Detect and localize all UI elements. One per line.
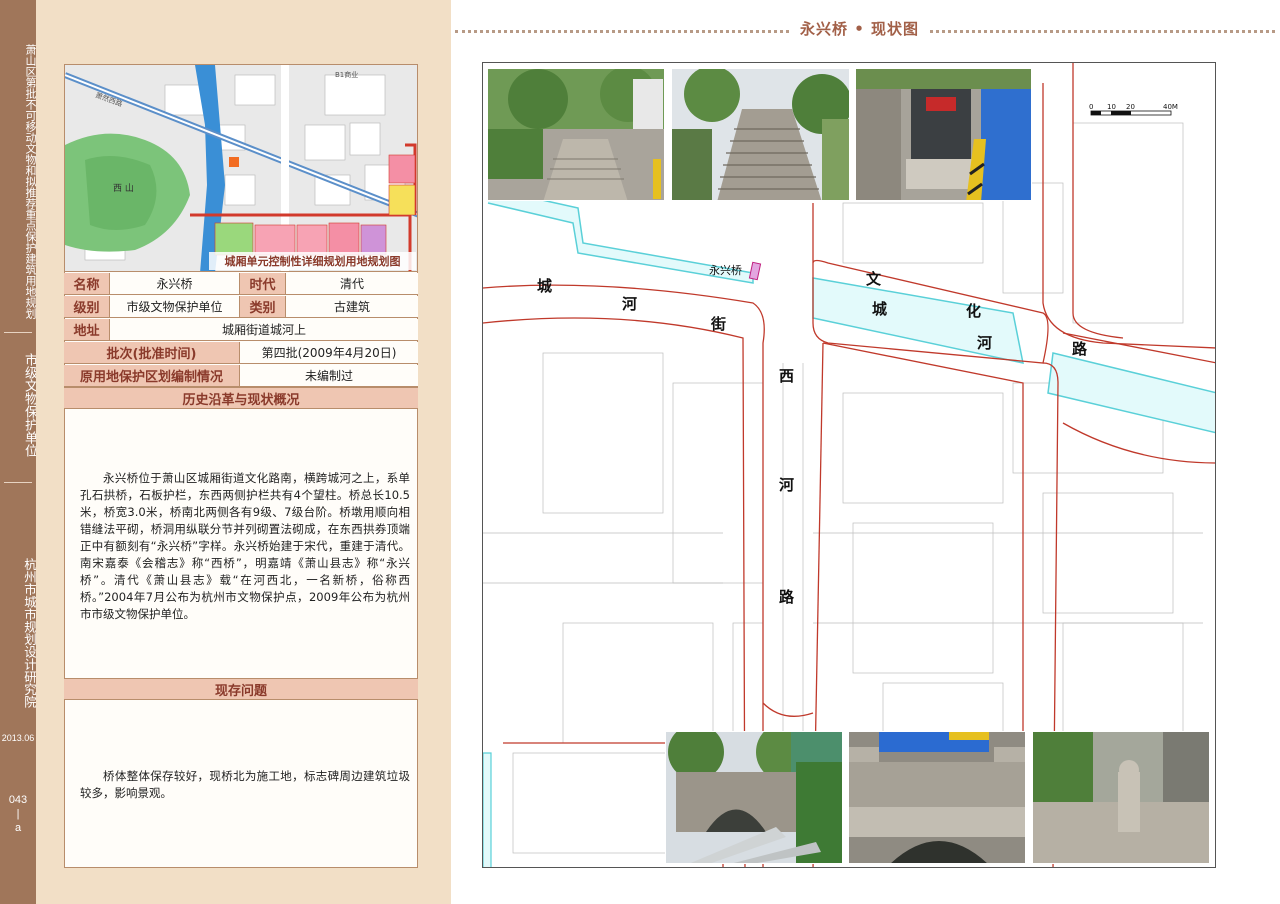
page-number-main: 043 bbox=[8, 794, 28, 806]
road-label-wen: 文 bbox=[866, 270, 882, 288]
road-label-he2: 河 bbox=[977, 334, 993, 352]
photo-signboard bbox=[855, 68, 1032, 201]
photo-arch-bridge bbox=[665, 731, 843, 864]
table-row-level: 级别 市级文物保护单位 类别 古建筑 bbox=[64, 296, 418, 318]
table-row-zone: 原用地保护区划编制情况 未编制过 bbox=[64, 365, 418, 387]
type-label: 类别 bbox=[240, 296, 286, 317]
road-label-lu: 路 bbox=[1072, 340, 1088, 358]
issues-text: 桥体整体保存较好，现桥北为施工地，标志碑周边建筑垃圾较多，影响景观。 bbox=[80, 769, 410, 800]
bridge-label: 永兴桥 bbox=[709, 264, 742, 277]
table-row-batch: 批次(批准时间) 第四批(2009年4月20日) bbox=[64, 342, 418, 364]
road-label-lu2: 路 bbox=[779, 588, 795, 606]
era-label: 时代 bbox=[240, 273, 286, 294]
sidebar: 萧山区第批不可移动文物和拟推荐重点保护建筑用地规划 市级文物保护单位 杭州市城市… bbox=[0, 0, 37, 904]
name-label: 名称 bbox=[64, 273, 110, 294]
sidebar-divider bbox=[4, 482, 32, 483]
road-label-xi: 西 bbox=[779, 367, 795, 385]
photo-graphic bbox=[849, 732, 1025, 863]
history-text: 永兴桥位于萧山区城厢街道文化路南，横跨城河之上，系单孔石拱桥，石板护栏，东西两侧… bbox=[80, 471, 410, 621]
address-value: 城厢街道城河上 bbox=[110, 319, 418, 340]
road-label-he3: 河 bbox=[779, 476, 795, 494]
minimap-label-b1: B1商业 bbox=[335, 70, 358, 79]
zoning-map-graphic: 西 山 B1商业 萧然西路 bbox=[65, 65, 417, 271]
level-value: 市级文物保护单位 bbox=[110, 296, 240, 317]
table-row-address: 地址 城厢街道城河上 bbox=[64, 319, 418, 341]
road-label-cheng2: 城 bbox=[872, 300, 888, 318]
photo-stone-railing bbox=[848, 731, 1026, 864]
photo-bridge-steps-1 bbox=[487, 68, 665, 201]
institute-name: 杭州市城市规划设计研究院 bbox=[22, 557, 37, 708]
hill-label: 西 山 bbox=[113, 183, 134, 194]
page-number: 043 | a bbox=[0, 793, 36, 835]
road-label-hua: 化 bbox=[966, 302, 982, 320]
zone-value: 未编制过 bbox=[240, 365, 418, 386]
photo-graphic bbox=[488, 69, 664, 200]
photo-bridge-steps-2 bbox=[671, 68, 850, 201]
level-label: 级别 bbox=[64, 296, 110, 317]
page-number-sep: | bbox=[16, 808, 20, 820]
issues-heading: 现存问题 bbox=[64, 678, 418, 700]
publication-date: 2013.06 bbox=[1, 733, 35, 743]
photo-graphic bbox=[1033, 732, 1209, 863]
scale-tick-20: 20 bbox=[1126, 103, 1135, 111]
zone-label: 原用地保护区划编制情况 bbox=[64, 365, 240, 386]
photo-graphic bbox=[672, 69, 849, 200]
road-label-he: 河 bbox=[622, 295, 638, 313]
name-value: 永兴桥 bbox=[110, 273, 240, 294]
scale-tick-40: 40M bbox=[1163, 103, 1178, 111]
history-heading: 历史沿革与现状概况 bbox=[64, 387, 418, 409]
series-title: 萧山区第批不可移动文物和拟推荐重点保护建筑用地规划 bbox=[24, 43, 37, 319]
page-title: 永兴桥 • 现状图 bbox=[790, 18, 930, 39]
category-label: 市级文物保护单位 bbox=[22, 353, 37, 457]
minimap-caption: 城厢单元控制性详细规划用地规划图 bbox=[209, 252, 416, 270]
zoning-minimap: 西 山 B1商业 萧然西路 bbox=[64, 64, 418, 272]
batch-label: 批次(批准时间) bbox=[64, 342, 240, 363]
sidebar-divider bbox=[4, 332, 32, 333]
batch-value: 第四批(2009年4月20日) bbox=[240, 342, 418, 363]
page-number-suffix: a bbox=[14, 822, 22, 834]
road-label-cheng: 城 bbox=[537, 277, 553, 295]
photo-river-view bbox=[1032, 731, 1210, 864]
road-label-jie: 街 bbox=[711, 315, 727, 333]
type-value: 古建筑 bbox=[286, 296, 418, 317]
scale-tick-0: 0 bbox=[1089, 103, 1093, 111]
table-row-name: 名称 永兴桥 时代 清代 bbox=[64, 273, 418, 295]
address-label: 地址 bbox=[64, 319, 110, 340]
era-value: 清代 bbox=[286, 273, 418, 294]
site-marker bbox=[229, 157, 239, 167]
photo-graphic bbox=[666, 732, 842, 863]
scale-tick-10: 10 bbox=[1107, 103, 1116, 111]
photo-graphic bbox=[856, 69, 1031, 200]
